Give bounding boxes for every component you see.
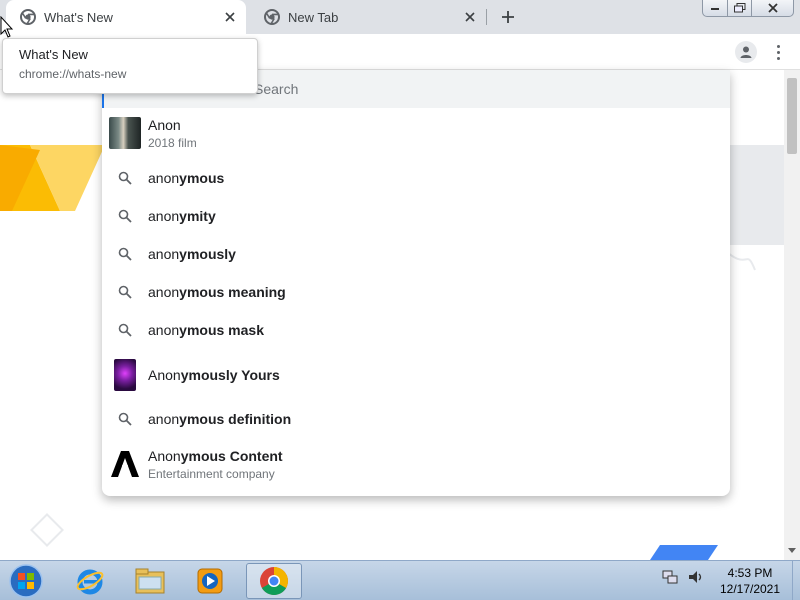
omnibox-dropdown: Search Anon 2018 film anonymous anonymit…: [102, 70, 730, 496]
suggestion-item[interactable]: anonymous definition: [102, 400, 730, 438]
suggestion-completion: ymity: [179, 208, 216, 224]
suggestion-item[interactable]: Anon 2018 film: [102, 110, 730, 156]
close-icon[interactable]: [460, 7, 480, 27]
suggestion-item[interactable]: anonymous mask: [102, 311, 730, 349]
search-icon: [102, 247, 148, 261]
scroll-down-icon[interactable]: [786, 545, 798, 557]
restore-icon[interactable]: [728, 0, 752, 17]
menu-icon[interactable]: [770, 41, 786, 63]
suggestion-prefix: anon: [148, 322, 180, 338]
suggestion-prefix: anon: [148, 411, 180, 427]
taskbar: 4:53 PM 12/17/2021: [0, 560, 800, 600]
scrollbar-thumb[interactable]: [787, 78, 797, 154]
chrome-icon[interactable]: [246, 563, 302, 599]
tab-tooltip: What's New chrome://whats-new: [2, 38, 258, 94]
suggestion-completion: ymous Content: [180, 447, 283, 464]
clock-date: 12/17/2021: [719, 582, 781, 596]
tooltip-title: What's New: [19, 47, 88, 62]
volume-icon[interactable]: [688, 569, 704, 590]
network-icon[interactable]: [662, 569, 678, 590]
tooltip-url: chrome://whats-new: [19, 67, 127, 81]
plus-icon[interactable]: [496, 5, 520, 29]
suggestion-prefix: anon: [148, 208, 180, 224]
suggestion-prefix: anon: [148, 246, 180, 262]
close-icon[interactable]: [220, 7, 240, 27]
suggestion-item[interactable]: anonymity: [102, 197, 730, 235]
omnibox-placeholder: Search: [254, 81, 299, 97]
system-tray: [662, 569, 704, 590]
clock-time: 4:53 PM: [727, 566, 773, 580]
suggestion-prefix: Anon: [148, 447, 181, 464]
profile-icon[interactable]: [735, 41, 757, 63]
suggestion-completion: ymous definition: [179, 411, 292, 427]
search-icon: [102, 171, 148, 185]
search-icon: [102, 412, 148, 426]
tab-title: What's New: [44, 9, 113, 25]
suggestion-completion: ymous: [179, 170, 225, 186]
mouse-cursor-icon: [0, 16, 14, 38]
internet-explorer-icon[interactable]: [62, 563, 118, 599]
suggestion-completion: ymously: [179, 246, 236, 262]
show-desktop-button[interactable]: [792, 561, 800, 600]
tab-whats-new[interactable]: What's New: [6, 0, 246, 34]
tab-new-tab[interactable]: New Tab: [250, 0, 486, 34]
suggestion-completion: ymously Yours: [180, 367, 280, 383]
start-button[interactable]: [6, 563, 46, 599]
tab-divider: [486, 9, 487, 25]
search-icon: [102, 285, 148, 299]
suggestion-item[interactable]: Anonymous Content Entertainment company: [102, 441, 730, 487]
movie-thumbnail: [114, 359, 136, 391]
suggestion-prefix: Anon: [148, 116, 181, 133]
suggestion-subtitle: Entertainment company: [148, 466, 275, 481]
suggestion-prefix: anon: [148, 170, 180, 186]
chrome-icon: [264, 9, 280, 25]
window-controls: [702, 0, 794, 18]
suggestion-prefix: Anon: [148, 367, 181, 383]
chrome-icon: [20, 9, 36, 25]
suggestion-item[interactable]: anonymous: [102, 159, 730, 197]
search-icon: [102, 323, 148, 337]
media-player-icon[interactable]: [182, 563, 238, 599]
movie-thumbnail: [109, 117, 141, 149]
file-explorer-icon[interactable]: [122, 563, 178, 599]
suggestion-item[interactable]: anonymous meaning: [102, 273, 730, 311]
suggestion-completion: ymous meaning: [179, 284, 286, 300]
suggestion-prefix: anon: [148, 284, 180, 300]
suggestion-item[interactable]: anonymously: [102, 235, 730, 273]
suggestion-subtitle: 2018 film: [148, 135, 197, 150]
tab-title: New Tab: [288, 9, 339, 25]
suggestion-item[interactable]: Anonymously Yours: [102, 353, 730, 397]
company-logo: [102, 451, 148, 477]
minimize-icon[interactable]: [702, 0, 728, 17]
clock[interactable]: 4:53 PM 12/17/2021: [712, 565, 788, 597]
search-icon: [102, 209, 148, 223]
tab-strip: What's New New Tab: [0, 0, 800, 34]
close-icon[interactable]: [752, 0, 794, 17]
suggestion-completion: ymous mask: [179, 322, 264, 338]
